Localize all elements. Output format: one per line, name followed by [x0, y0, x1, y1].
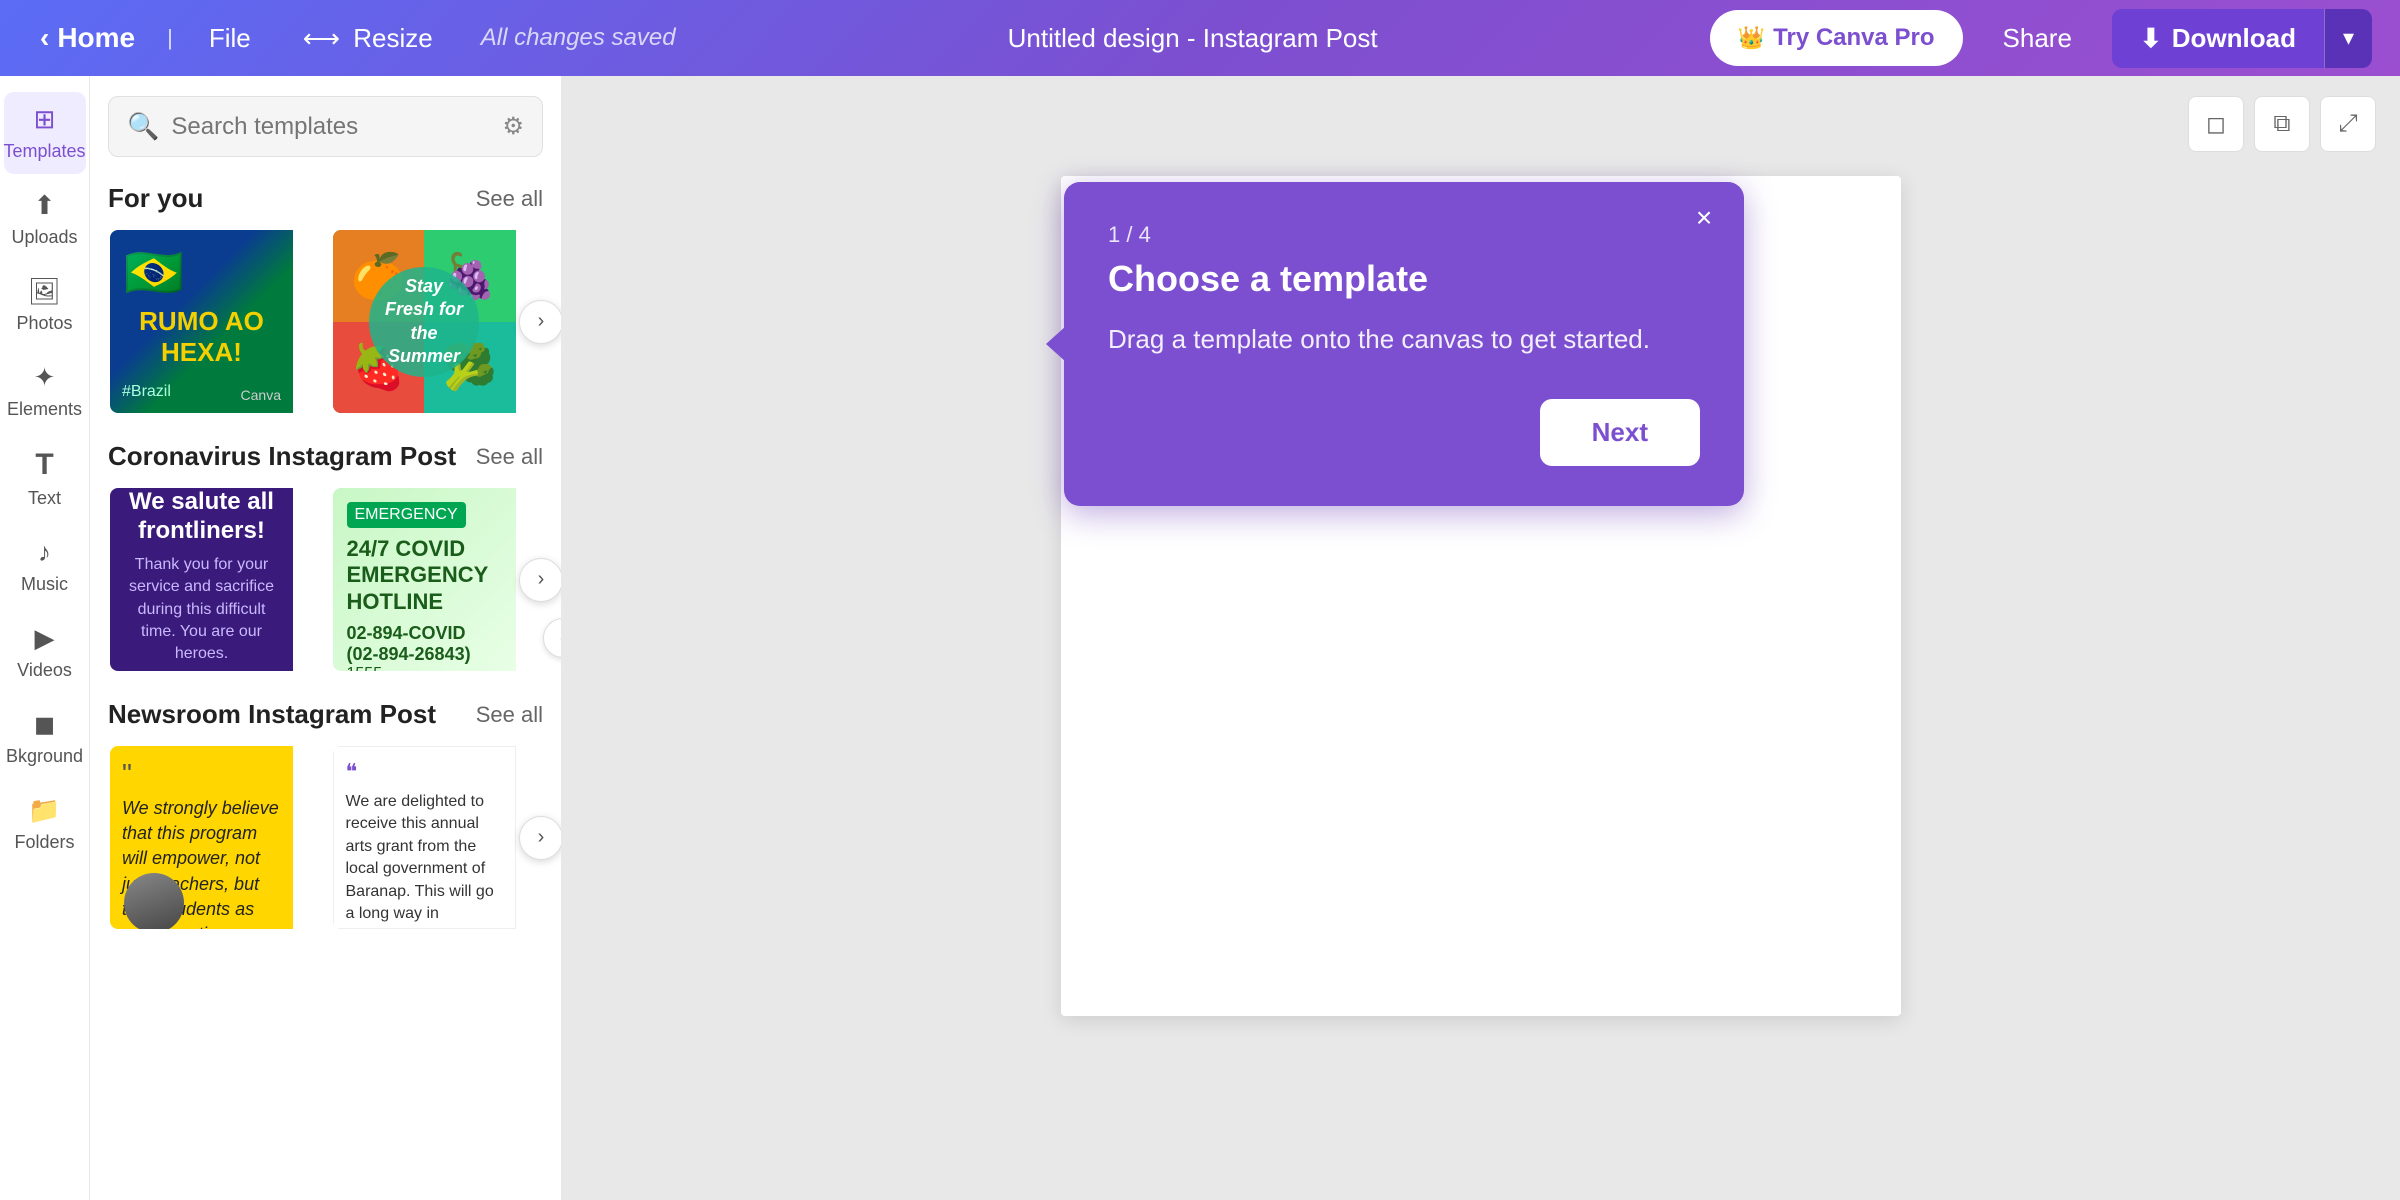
crown-icon: 👑: [1738, 25, 1765, 51]
background-icon: ◼: [34, 709, 56, 740]
chevron-down-icon: ▾: [2343, 25, 2354, 50]
nav-divider-icon: |: [167, 25, 173, 51]
duplicate-page-button[interactable]: ⧉: [2254, 96, 2310, 152]
template-covid-frontliners[interactable]: SAN RENCIA HOSPITAL We salute all frontl…: [108, 486, 321, 673]
search-input[interactable]: [171, 113, 490, 141]
share-button[interactable]: Share: [1979, 9, 2096, 68]
coronavirus-grid: SAN RENCIA HOSPITAL We salute all frontl…: [108, 486, 543, 673]
tooltip-popup: × 1 / 4 Choose a template Drag a templat…: [1064, 182, 1744, 506]
try-canva-pro-button[interactable]: 👑 Try Canva Pro: [1710, 10, 1963, 66]
resize-icon: ⟷: [303, 23, 340, 53]
tooltip-close-button[interactable]: ×: [1684, 198, 1724, 238]
template-fruits[interactable]: 🍊 🍇 🍓 🥦 Stay Fresh for the Summer: [331, 228, 544, 415]
saved-status: All changes saved: [481, 24, 676, 52]
add-note-button[interactable]: ◻: [2188, 96, 2244, 152]
newsroom-header: Newsroom Instagram Post See all: [108, 699, 543, 730]
chevron-left-icon: ‹: [40, 22, 49, 54]
for-you-section: For you See all RUMO AOHEXA! #Brazil Can…: [90, 167, 561, 425]
templates-panel: 🔍 ⚙ For you See all RUMO AOHEXA! #Brazil…: [90, 76, 562, 1200]
sidebar-item-music[interactable]: ♪ Music: [4, 525, 86, 607]
sidebar-item-templates[interactable]: ⊞ Templates: [4, 92, 86, 174]
news1-preview: " We strongly believe that this program …: [110, 746, 293, 929]
template-news2[interactable]: ❝ We are delighted to receive this annua…: [331, 744, 544, 931]
uploads-icon: ⬆: [34, 190, 56, 221]
coronavirus-scroll-arrow[interactable]: ›: [519, 558, 562, 602]
for-you-scroll-arrow[interactable]: ›: [519, 300, 562, 344]
newsroom-section: Newsroom Instagram Post See all " We str…: [90, 683, 561, 941]
templates-icon: ⊞: [34, 104, 56, 135]
home-label: Home: [57, 22, 135, 54]
search-bar: 🔍 ⚙: [108, 96, 543, 157]
text-icon: T: [35, 448, 53, 482]
sidebar-item-folders[interactable]: 📁 Folders: [4, 783, 86, 865]
expand-page-button[interactable]: ⤢: [2320, 96, 2376, 152]
canvas-toolbar: ◻ ⧉ ⤢: [2188, 96, 2376, 152]
tooltip-next-button[interactable]: Next: [1540, 399, 1700, 466]
filter-icon[interactable]: ⚙: [502, 112, 524, 141]
music-icon: ♪: [38, 537, 51, 568]
nav-left-group: ‹ Home | File ⟷ Resize All changes saved: [28, 14, 676, 62]
newsroom-scroll-arrow[interactable]: ›: [519, 816, 562, 860]
brazil-template-preview: RUMO AOHEXA! #Brazil Canva: [110, 230, 293, 413]
for-you-grid: RUMO AOHEXA! #Brazil Canva 🍊 🍇 🍓 🥦: [108, 228, 543, 415]
copy-icon: ⧉: [2273, 110, 2290, 138]
fruits-template-preview: 🍊 🍇 🍓 🥦 Stay Fresh for the Summer: [333, 230, 516, 413]
coronavirus-section: Coronavirus Instagram Post See all SAN R…: [90, 425, 561, 683]
tooltip-title: Choose a template: [1108, 258, 1700, 300]
download-caret-button[interactable]: ▾: [2324, 9, 2372, 68]
newsroom-title: Newsroom Instagram Post: [108, 699, 436, 730]
search-bar-row: 🔍 ⚙: [90, 76, 561, 167]
for-you-title: For you: [108, 183, 203, 214]
newsroom-grid: " We strongly believe that this program …: [108, 744, 543, 931]
resize-button[interactable]: ⟷ Resize: [287, 15, 449, 62]
for-you-header: For you See all: [108, 183, 543, 214]
download-button[interactable]: ⬇ Download: [2112, 9, 2324, 68]
download-icon: ⬇: [2140, 23, 2162, 54]
top-navigation: ‹ Home | File ⟷ Resize All changes saved…: [0, 0, 2400, 76]
tooltip-arrow: [1046, 326, 1066, 362]
sidebar-item-photos[interactable]: 🖼 Photos: [4, 264, 86, 346]
tooltip-body: Drag a template onto the canvas to get s…: [1108, 320, 1700, 359]
videos-icon: ▶: [35, 623, 55, 654]
canvas-area: ◻ ⧉ ⤢ × 1 / 4 Choose a template Drag a t…: [562, 76, 2400, 1200]
nav-right-group: 👑 Try Canva Pro Share ⬇ Download ▾: [1710, 9, 2372, 68]
sidebar-item-videos[interactable]: ▶ Videos: [4, 611, 86, 693]
main-layout: ⊞ Templates ⬆ Uploads 🖼 Photos ✦ Element…: [0, 76, 2400, 1200]
download-button-group: ⬇ Download ▾: [2112, 9, 2372, 68]
file-button[interactable]: File: [193, 15, 267, 62]
icon-sidebar: ⊞ Templates ⬆ Uploads 🖼 Photos ✦ Element…: [0, 76, 90, 1200]
note-icon: ◻: [2206, 110, 2226, 139]
document-title: Untitled design - Instagram Post: [676, 23, 1710, 54]
photos-icon: 🖼: [28, 276, 61, 307]
tooltip-step: 1 / 4: [1108, 222, 1700, 248]
covid2-preview: EMERGENCY 24/7 COVIDEMERGENCYHOTLINE 02-…: [333, 488, 516, 671]
newsroom-see-all[interactable]: See all: [476, 702, 543, 728]
sidebar-item-elements[interactable]: ✦ Elements: [4, 350, 86, 432]
elements-icon: ✦: [34, 362, 56, 393]
home-button[interactable]: ‹ Home: [28, 14, 147, 62]
template-covid-hotline[interactable]: EMERGENCY 24/7 COVIDEMERGENCYHOTLINE 02-…: [331, 486, 544, 673]
sidebar-item-uploads[interactable]: ⬆ Uploads: [4, 178, 86, 260]
expand-icon: ⤢: [2338, 110, 2357, 138]
coronavirus-header: Coronavirus Instagram Post See all: [108, 441, 543, 472]
news2-preview: ❝ We are delighted to receive this annua…: [333, 746, 516, 929]
template-brazil[interactable]: RUMO AOHEXA! #Brazil Canva: [108, 228, 321, 415]
covid1-preview: SAN RENCIA HOSPITAL We salute all frontl…: [110, 488, 293, 671]
template-news1[interactable]: " We strongly believe that this program …: [108, 744, 321, 931]
folders-icon: 📁: [28, 795, 60, 826]
sidebar-item-text[interactable]: T Text: [4, 436, 86, 521]
coronavirus-title: Coronavirus Instagram Post: [108, 441, 456, 472]
search-icon: 🔍: [127, 111, 159, 142]
for-you-see-all[interactable]: See all: [476, 186, 543, 212]
coronavirus-see-all[interactable]: See all: [476, 444, 543, 470]
sidebar-item-background[interactable]: ◼ Bkground: [4, 697, 86, 779]
